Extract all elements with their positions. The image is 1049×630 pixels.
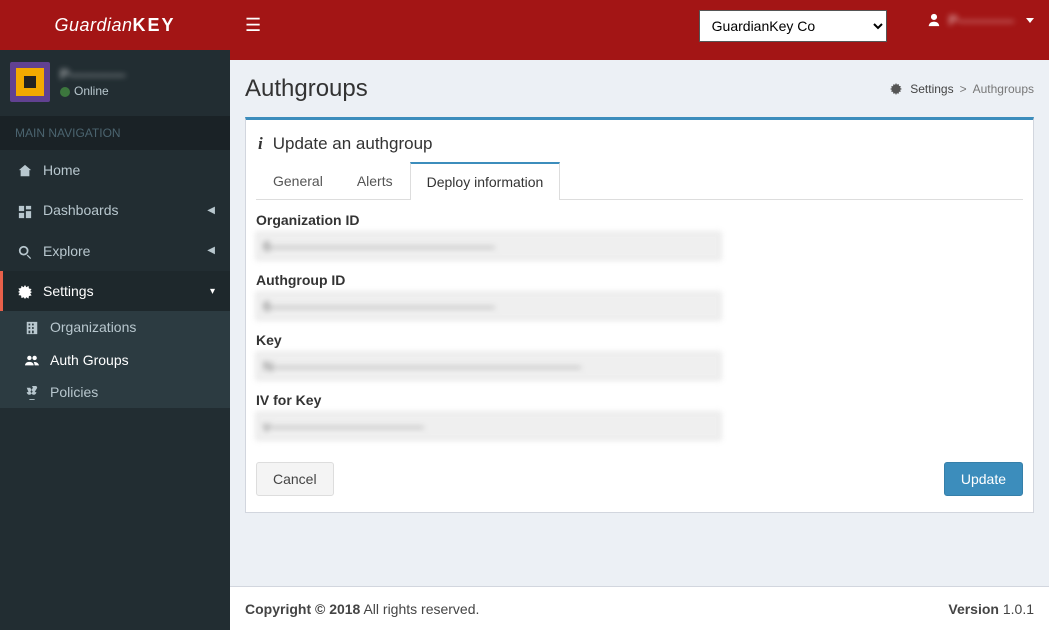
authgroup-id-label: Authgroup ID [256, 272, 1023, 288]
nav-label: Settings [43, 283, 94, 299]
nav-explore[interactable]: Explore ◀ [0, 231, 230, 271]
nav-settings-submenu: Organizations Auth Groups Policies [0, 311, 230, 408]
page-heading: Authgroups Settings > Authgroups [245, 75, 1034, 103]
nav-sub-label: Organizations [50, 319, 136, 335]
user-icon [927, 13, 941, 27]
tab-general[interactable]: General [256, 162, 340, 200]
card-title: i Update an authgroup [256, 130, 1023, 162]
nav-dashboards[interactable]: Dashboards ◀ [0, 190, 230, 230]
scale-icon [22, 384, 42, 400]
top-user-menu[interactable]: P———— [927, 12, 1034, 28]
chevron-down-icon: ▾ [210, 286, 215, 297]
authgroup-id-input[interactable] [256, 292, 721, 320]
menu-toggle-icon[interactable]: ☰ [245, 8, 261, 42]
home-icon [15, 162, 35, 178]
chevron-left-icon: ◀ [207, 205, 215, 216]
info-icon: i [258, 134, 263, 154]
search-icon [15, 243, 35, 259]
users-icon [22, 351, 42, 367]
key-label: Key [256, 332, 1023, 348]
tab-deploy-information[interactable]: Deploy information [410, 162, 561, 200]
user-panel: P———— Online [0, 50, 230, 116]
nav-label: Dashboards [43, 202, 119, 218]
footer: Copyright © 2018 All rights reserved. Ve… [230, 586, 1049, 630]
chevron-left-icon: ◀ [207, 245, 215, 256]
sidebar: P———— Online MAIN NAVIGATION Home Dashbo… [0, 50, 230, 630]
building-icon [22, 319, 42, 335]
button-row: Cancel Update [256, 462, 1023, 496]
iv-label: IV for Key [256, 392, 1023, 408]
org-id-input[interactable] [256, 232, 721, 260]
cancel-button[interactable]: Cancel [256, 462, 334, 496]
org-select[interactable]: GuardianKey Co [699, 10, 887, 42]
topbar: ☰ GuardianKey Co P———— [230, 0, 1049, 60]
avatar [10, 62, 50, 102]
nav-sub-label: Auth Groups [50, 352, 129, 368]
nav-sub-label: Policies [50, 384, 98, 400]
nav-label: Home [43, 162, 80, 178]
top-user-name: P———— [949, 12, 1014, 28]
key-input[interactable] [256, 352, 721, 380]
gear-icon [890, 82, 902, 96]
top-header: GuardianKEY ☰ GuardianKey Co P———— [0, 0, 1049, 50]
nav-settings[interactable]: Settings ▾ [0, 271, 230, 311]
status-online-icon [60, 87, 70, 97]
update-button[interactable]: Update [944, 462, 1023, 496]
nav-auth-groups[interactable]: Auth Groups [0, 343, 230, 375]
logo-text: GuardianKEY [54, 15, 175, 36]
nav-organizations[interactable]: Organizations [0, 311, 230, 343]
sidebar-user-status: Online [60, 84, 125, 98]
tab-alerts[interactable]: Alerts [340, 162, 410, 200]
nav-home[interactable]: Home [0, 150, 230, 190]
org-id-label: Organization ID [256, 212, 1023, 228]
breadcrumb-sep: > [960, 82, 967, 96]
iv-input[interactable] [256, 412, 721, 440]
footer-version: Version 1.0.1 [948, 601, 1034, 617]
nav-label: Explore [43, 243, 90, 259]
nav-policies[interactable]: Policies [0, 376, 230, 408]
breadcrumb-leaf: Authgroups [973, 82, 1034, 96]
field-organization-id: Organization ID [256, 212, 1023, 260]
field-iv: IV for Key [256, 392, 1023, 440]
caret-down-icon [1026, 18, 1034, 23]
cogs-icon [15, 283, 35, 299]
tabs: General Alerts Deploy information [256, 162, 1023, 200]
main-content: Authgroups Settings > Authgroups i Updat… [230, 60, 1049, 630]
page-title: Authgroups [245, 75, 368, 103]
card-update-authgroup: i Update an authgroup General Alerts Dep… [245, 117, 1034, 513]
field-key: Key [256, 332, 1023, 380]
field-authgroup-id: Authgroup ID [256, 272, 1023, 320]
dashboard-icon [15, 202, 35, 218]
breadcrumb-root[interactable]: Settings [910, 82, 953, 96]
sidebar-user-name: P———— [60, 66, 125, 82]
logo[interactable]: GuardianKEY [0, 0, 230, 50]
footer-copyright: Copyright © 2018 All rights reserved. [245, 601, 479, 617]
breadcrumb: Settings > Authgroups [890, 82, 1034, 96]
nav-header: MAIN NAVIGATION [0, 116, 230, 150]
